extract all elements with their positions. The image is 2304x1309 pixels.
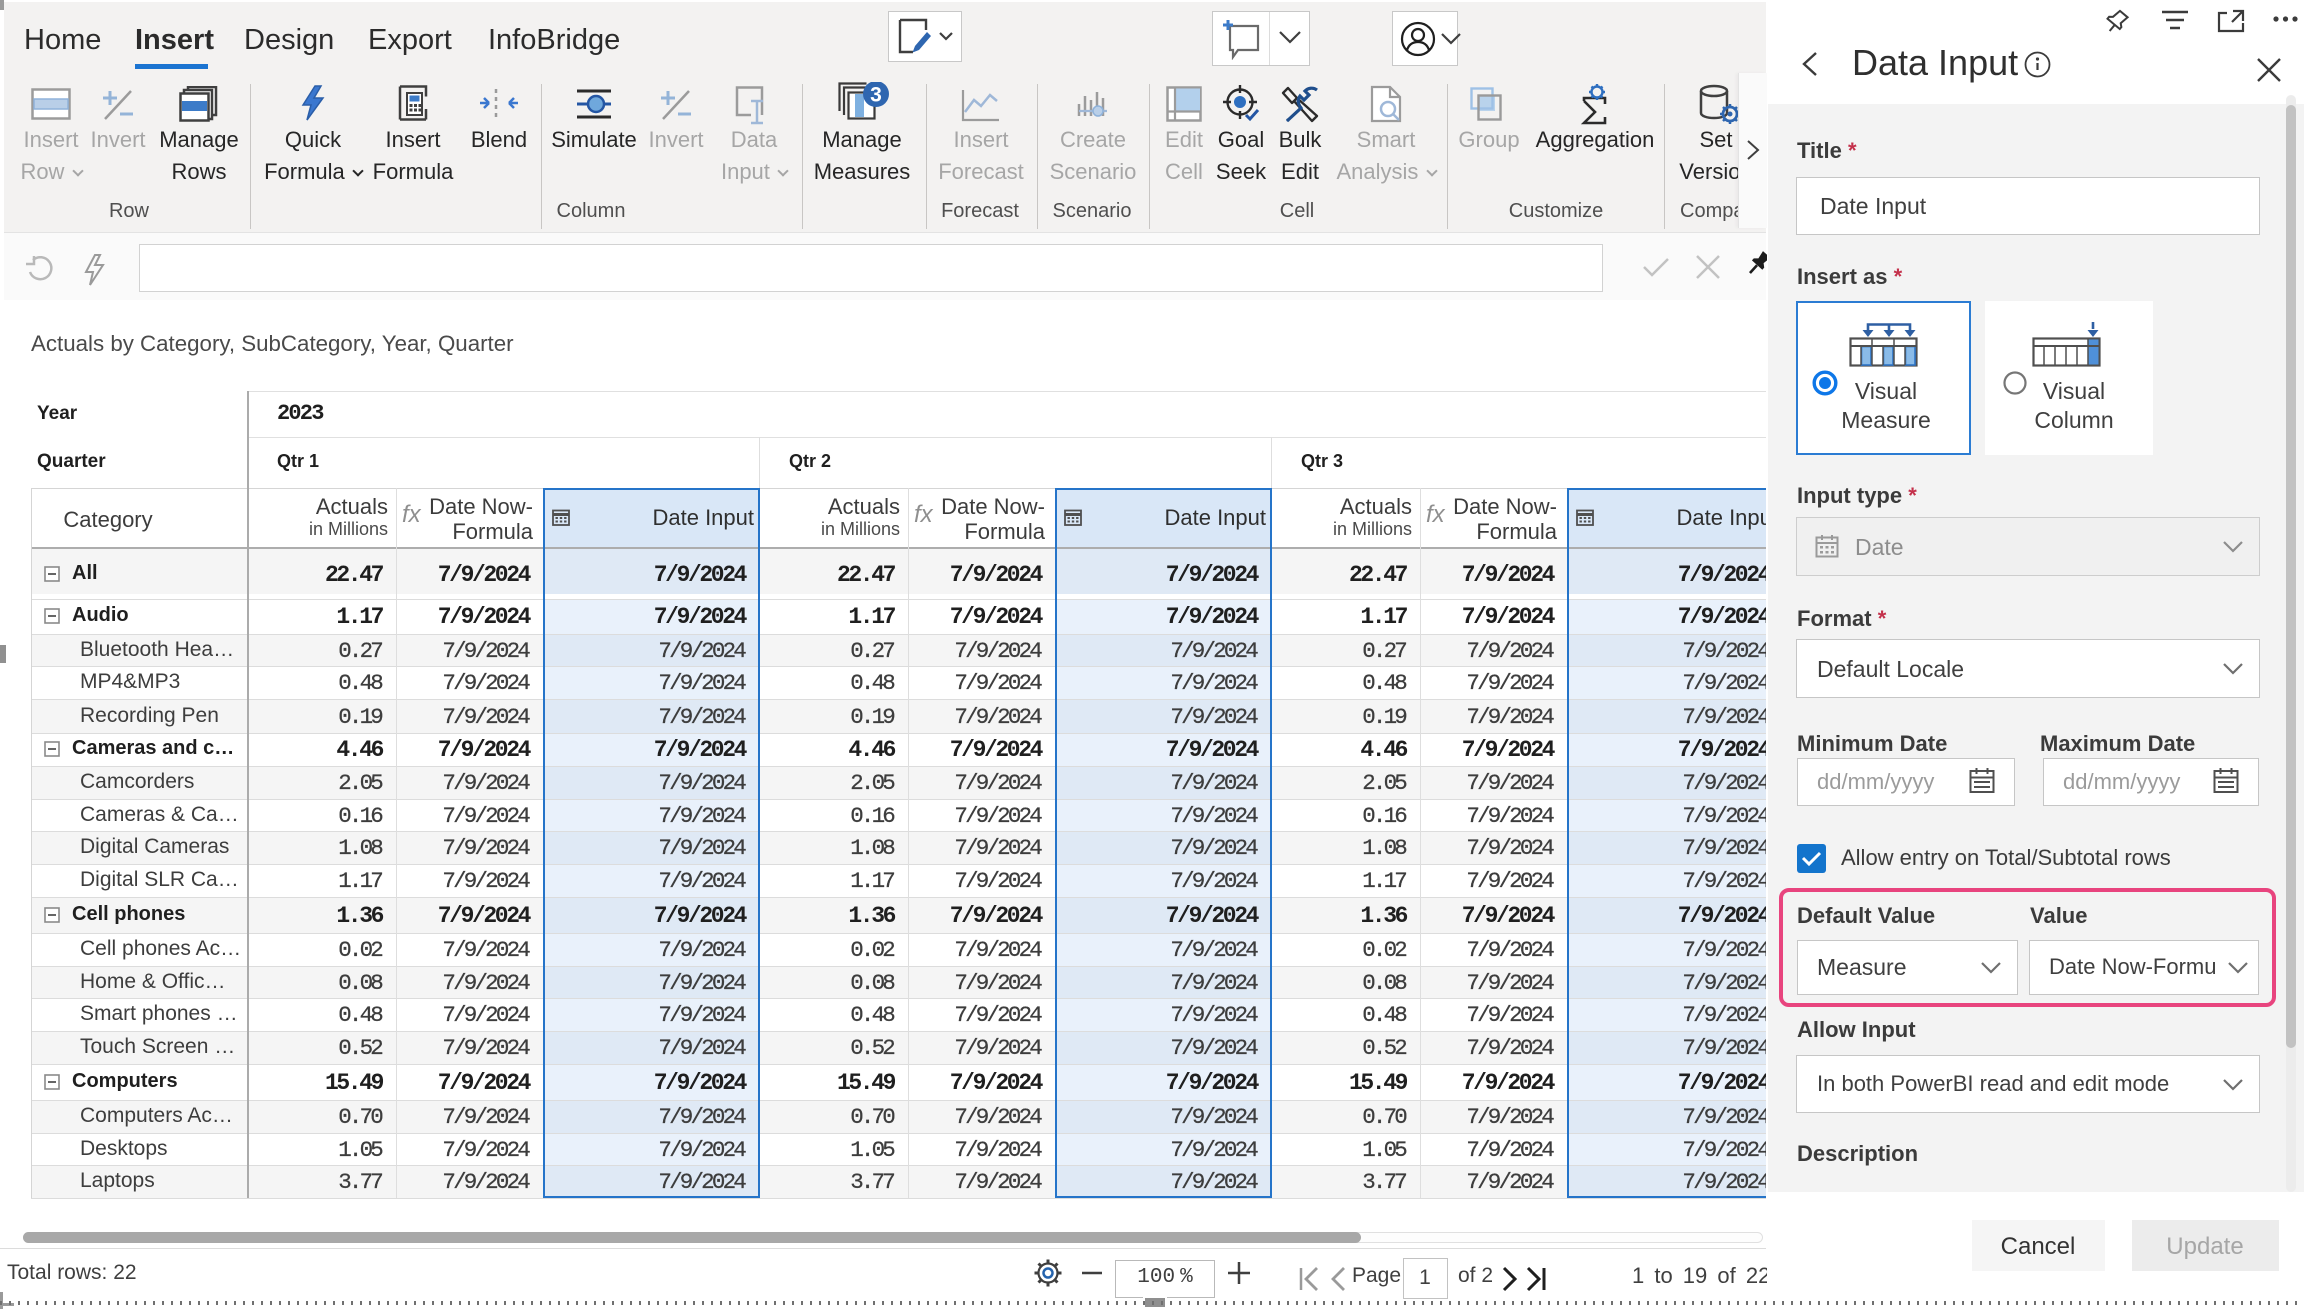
- svg-text:3: 3: [870, 84, 882, 107]
